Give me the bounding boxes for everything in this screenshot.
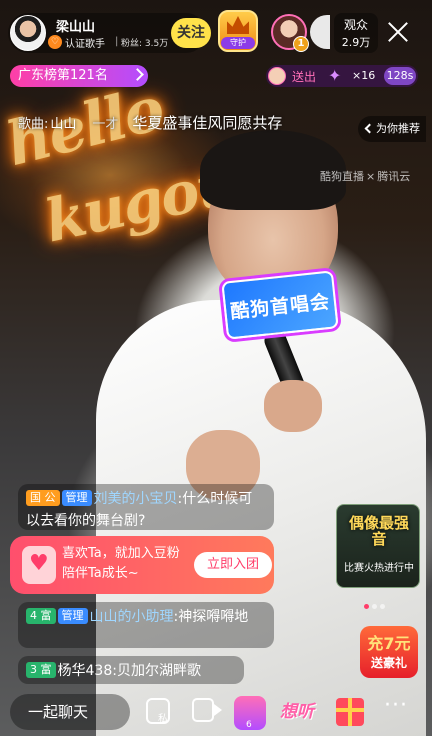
promo-text: 喜欢Ta，就加入豆粉陪伴Ta成长~ bbox=[62, 546, 180, 581]
wealth-tag: 4 富 bbox=[26, 608, 56, 624]
event-title: 偶像最强音 bbox=[348, 514, 409, 548]
chat-username[interactable]: 山山的小助理 bbox=[90, 609, 174, 625]
gift-notification: 送出 ✦ ×16 128s bbox=[266, 65, 418, 87]
host-fans-count: 粉丝: 3.5万 bbox=[121, 39, 169, 49]
host-name: 梁山山 bbox=[56, 20, 96, 35]
audience-label: 观众 bbox=[343, 18, 368, 32]
noble-tag: 国 公 bbox=[26, 490, 60, 506]
more-icon[interactable]: ··· bbox=[384, 695, 414, 717]
second-viewer-avatar[interactable] bbox=[310, 15, 330, 49]
chat-text: :贝加尔湖畔歌 bbox=[112, 663, 201, 679]
recharge-promo[interactable]: 充7元 送豪礼 bbox=[360, 626, 418, 678]
video-icon[interactable] bbox=[192, 698, 222, 722]
gift-box-count: 6 bbox=[246, 720, 252, 730]
admin-tag: 管理 bbox=[61, 490, 92, 506]
watermark-separator: × bbox=[366, 170, 376, 183]
shield-heart-icon bbox=[22, 546, 56, 584]
want-to-hear-button[interactable]: 想听 bbox=[280, 698, 320, 730]
top-bar: 梁山山 ♡ 认证歌手 | 粉丝: 3.5万 关注 守护 1 观众 2.9万 bbox=[0, 0, 432, 64]
gift-sender-avatar bbox=[268, 67, 286, 85]
close-icon[interactable] bbox=[384, 18, 412, 46]
chevron-right-icon bbox=[131, 68, 144, 81]
chat-message[interactable]: 国 公管理 刘美的小宝贝:什么时候可以去看你的舞台剧? bbox=[18, 484, 274, 530]
gift-timer: 128s bbox=[384, 67, 416, 85]
song-lyric: 华夏盛事佳风同愿共存 bbox=[132, 114, 283, 132]
gift-action: 送出 bbox=[292, 70, 317, 84]
present-icon[interactable] bbox=[336, 698, 364, 726]
recharge-amount: 充7元 bbox=[367, 634, 411, 653]
region-rank-pill[interactable]: 广东榜第121名 bbox=[10, 65, 148, 87]
recommend-button[interactable]: 为你推荐 bbox=[358, 116, 426, 142]
crown-icon bbox=[227, 16, 249, 34]
gift-multiplier: ×16 bbox=[352, 69, 376, 82]
chat-message[interactable]: 4 富管理 山山的小助理:神探嘚嘚地 bbox=[18, 602, 274, 648]
region-rank-label: 广东榜第121名 bbox=[18, 68, 108, 83]
song-info: 歌曲: 山山 一才 华夏盛事佳风同愿共存 bbox=[18, 112, 282, 133]
watermark: 酷狗直播 × 腾讯云 bbox=[320, 168, 410, 184]
wealth-tag: 3 富 bbox=[26, 662, 56, 678]
host-info[interactable]: 梁山山 ♡ 认证歌手 | 粉丝: 3.5万 关注 bbox=[8, 13, 211, 53]
live-stream-stage: hello kugou 酷狗首唱会 梁山山 ♡ 认证歌手 | 粉丝: 3.5万 … bbox=[0, 0, 432, 736]
chat-message[interactable]: 3 富杨华438:贝加尔湖畔歌 bbox=[18, 656, 244, 684]
host-separator: | bbox=[115, 36, 119, 47]
mic-flag-logo: 酷狗首唱会 bbox=[221, 270, 339, 340]
song-title: 山山 bbox=[50, 117, 77, 132]
watermark-tencent: 腾讯云 bbox=[377, 170, 411, 183]
guard-label: 守护 bbox=[221, 37, 255, 49]
guard-button[interactable]: 守护 bbox=[218, 10, 258, 52]
event-card[interactable]: 偶像最强音 比赛火热进行中 bbox=[336, 504, 420, 588]
carousel-dots bbox=[364, 594, 388, 609]
event-subtitle: 比赛火热进行中 bbox=[344, 563, 414, 574]
chat-username[interactable]: 杨华438 bbox=[58, 663, 113, 679]
recommend-label: 为你推荐 bbox=[376, 122, 420, 135]
host-certification: 认证歌手 bbox=[65, 39, 105, 50]
private-message-label: 私 bbox=[158, 714, 168, 725]
join-club-button[interactable]: 立即入团 bbox=[194, 552, 272, 578]
carousel-dot bbox=[380, 604, 385, 609]
follow-button[interactable]: 关注 bbox=[171, 18, 211, 48]
singer-hand-mic bbox=[264, 380, 322, 432]
chat-text: :神探嘚嘚地 bbox=[173, 609, 249, 625]
fan-club-promo[interactable]: 喜欢Ta，就加入豆粉陪伴Ta成长~ 立即入团 bbox=[10, 536, 274, 594]
audience-count: 2.9万 bbox=[341, 36, 371, 49]
carousel-dot bbox=[364, 604, 369, 609]
recharge-reward: 送豪礼 bbox=[370, 656, 407, 670]
watermark-kugou: 酷狗直播 bbox=[320, 170, 364, 183]
song-artist-fragment: 一才 bbox=[92, 117, 119, 132]
heart-badge-icon: ♡ bbox=[48, 35, 62, 49]
chevron-left-icon bbox=[364, 123, 375, 134]
admin-tag: 管理 bbox=[57, 608, 88, 624]
chat-username[interactable]: 刘美的小宝贝 bbox=[94, 491, 178, 507]
top-viewer-rank-badge: 1 bbox=[293, 36, 309, 52]
song-label: 歌曲: bbox=[18, 117, 49, 132]
star-gift-icon: ✦ bbox=[328, 66, 342, 85]
host-avatar[interactable] bbox=[10, 15, 46, 51]
audience-count-button[interactable]: 观众 2.9万 bbox=[334, 13, 378, 53]
bottom-bar: 一起聊天 私 6 想听 ··· bbox=[0, 690, 432, 736]
chat-input[interactable]: 一起聊天 bbox=[10, 694, 130, 730]
carousel-dot bbox=[372, 604, 377, 609]
